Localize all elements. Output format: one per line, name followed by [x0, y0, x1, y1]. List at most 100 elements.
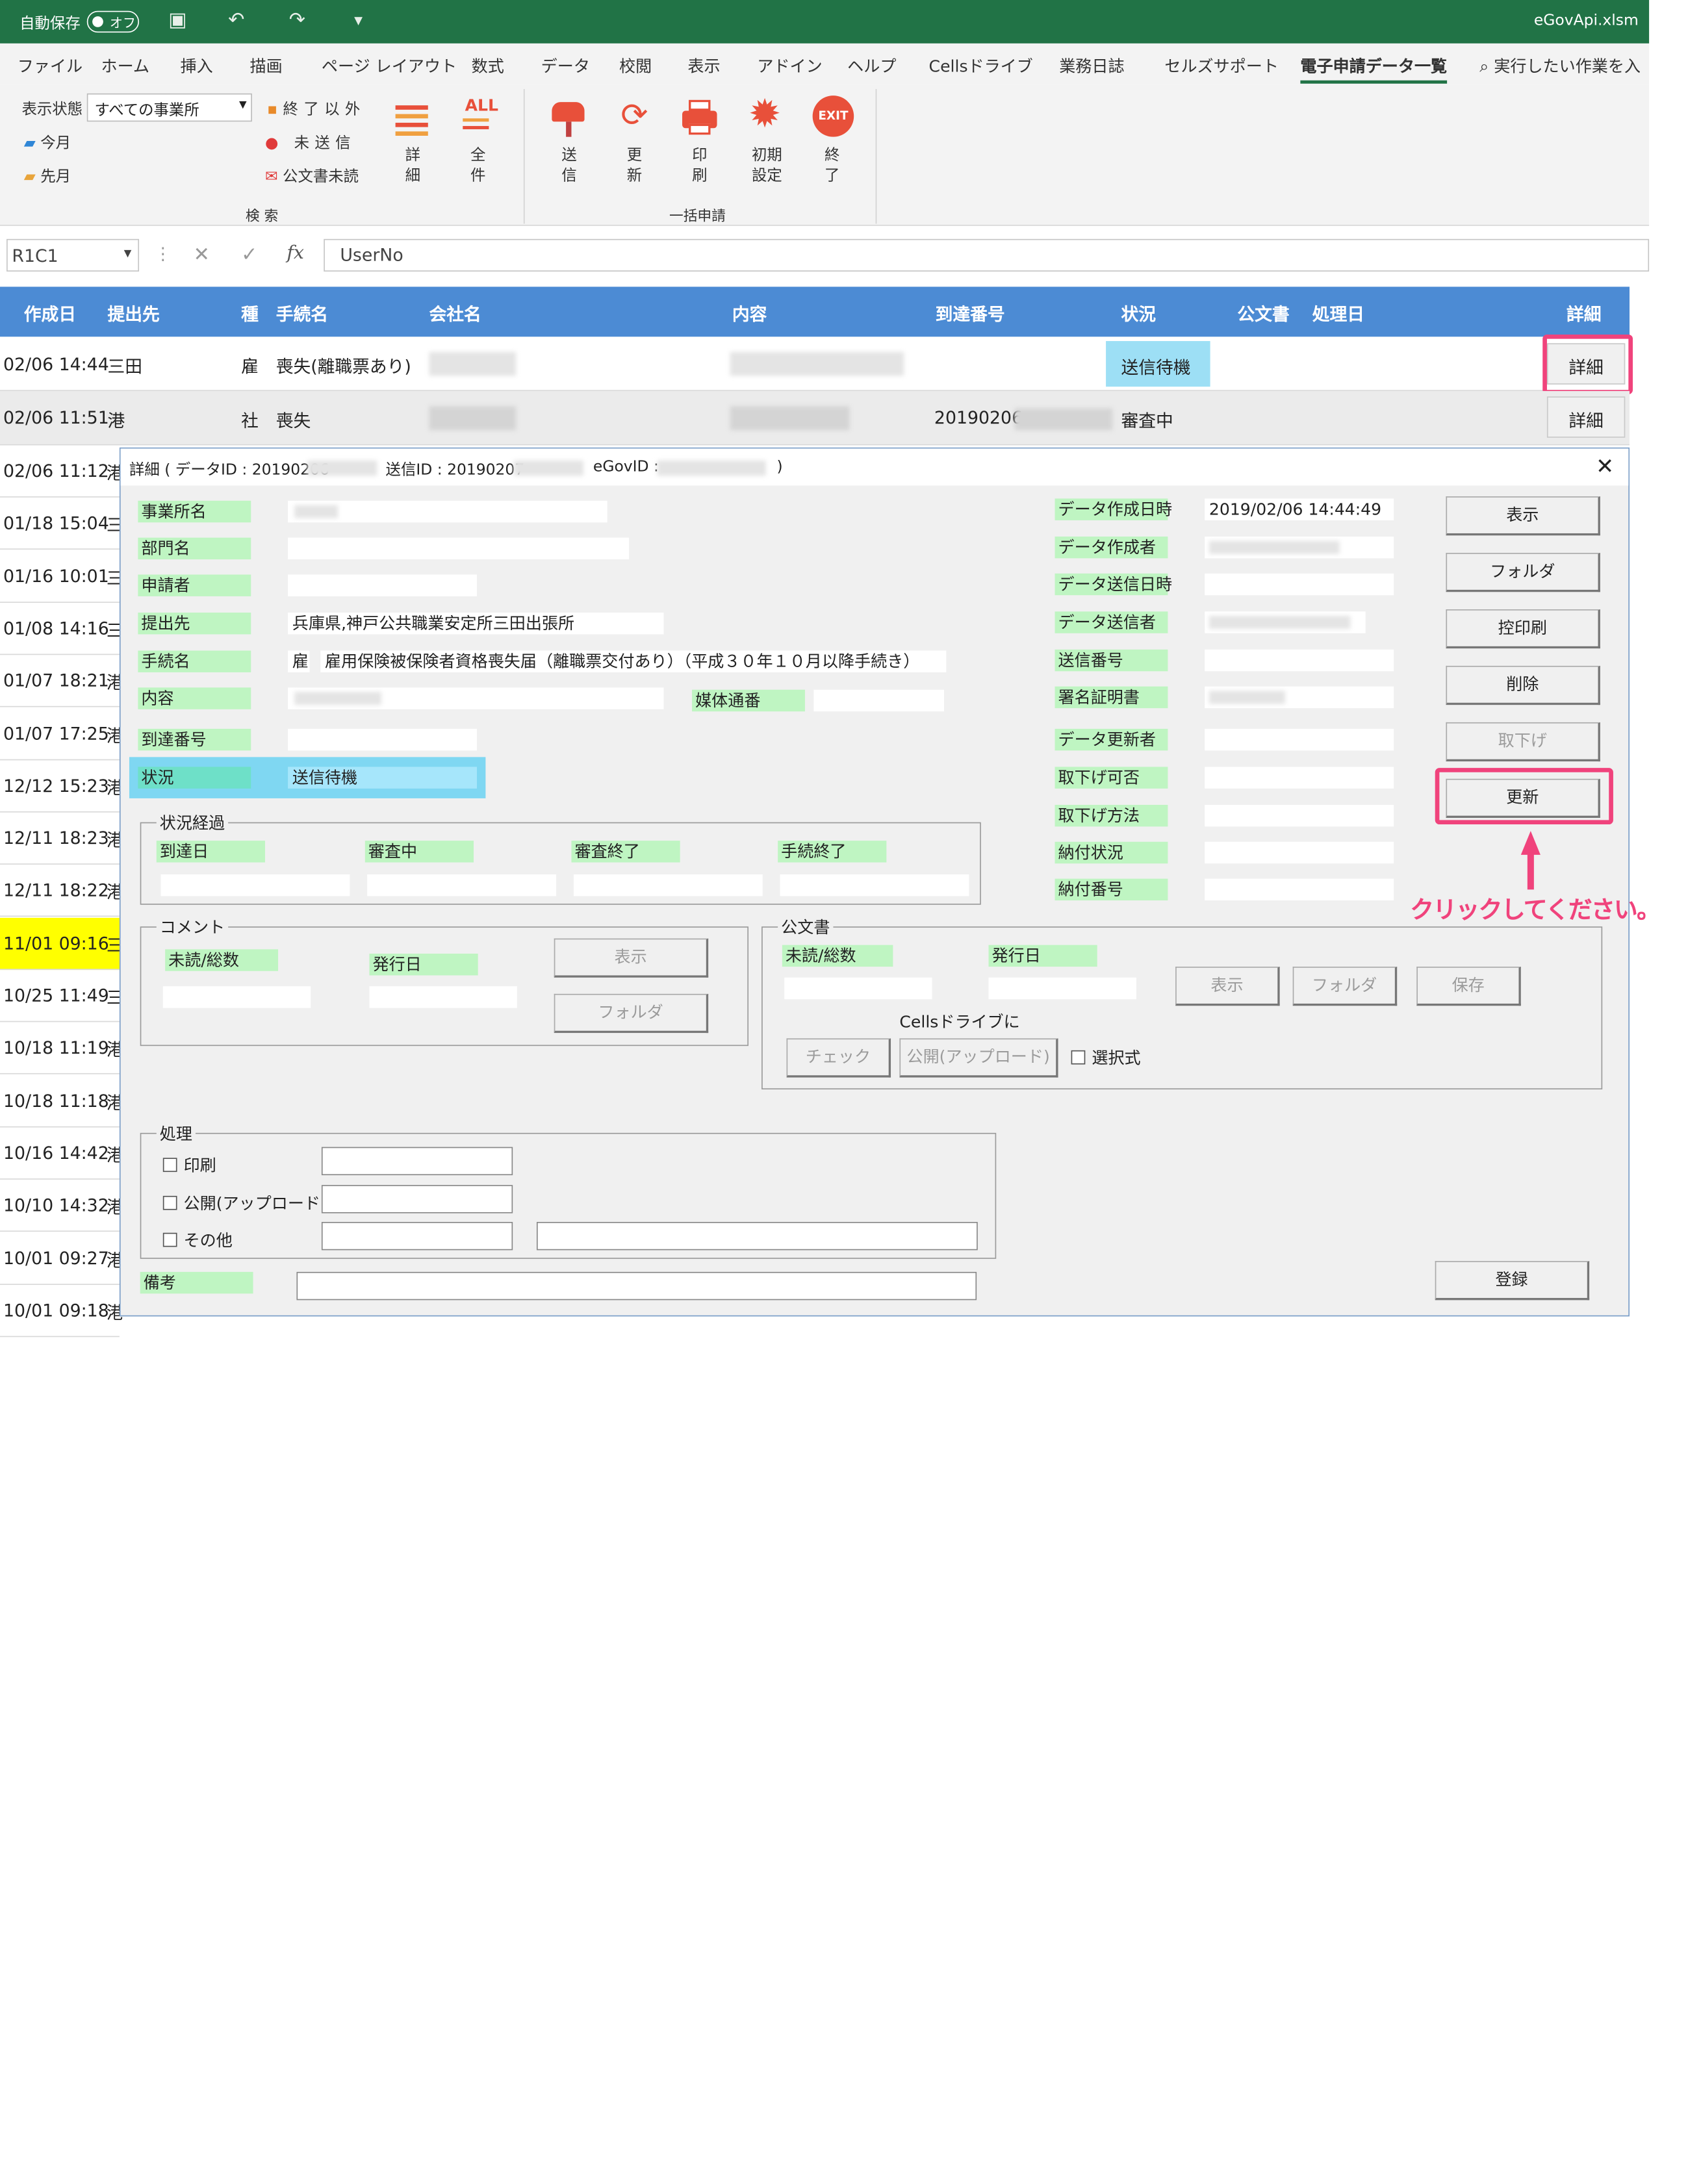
confirm-icon[interactable]: ✓ [241, 244, 257, 266]
close-icon[interactable]: ✕ [1596, 453, 1614, 479]
name-box[interactable]: R1C1 ▼ [6, 238, 140, 272]
selective-checkbox[interactable]: 選択式 [1071, 1046, 1141, 1069]
exit-button-label[interactable]: 終了 [821, 146, 843, 187]
field-payment-status[interactable] [1205, 841, 1394, 864]
doc-folder-button[interactable]: フォルダ [1292, 967, 1398, 1006]
table-row[interactable]: 12/11 18:22 港 [0, 865, 124, 917]
detail-button[interactable]: 詳細 [1546, 396, 1626, 438]
field-payment-no[interactable] [1205, 878, 1394, 901]
comment-folder-button[interactable]: フォルダ [554, 993, 709, 1034]
col-company[interactable]: 会社名 [429, 299, 481, 325]
field-comment-issued[interactable] [369, 986, 517, 1008]
print-checkbox[interactable]: 印刷 [162, 1154, 216, 1176]
field-status[interactable]: 送信待機 [288, 767, 478, 789]
tab-help[interactable]: ヘルプ [847, 55, 896, 77]
remarks-input[interactable] [296, 1271, 977, 1301]
office-filter-select[interactable]: すべての事業所 ▼ [86, 93, 252, 122]
table-row[interactable]: 10/01 09:18 港 [0, 1285, 124, 1337]
tab-insert[interactable]: 挿入 [181, 55, 213, 77]
tab-work-log[interactable]: 業務日誌 [1059, 55, 1124, 77]
gear-icon[interactable]: ✹ [745, 95, 784, 134]
show-button[interactable]: 表示 [1446, 496, 1600, 536]
table-row[interactable]: 01/18 15:04 三 [0, 498, 124, 550]
withdraw-button[interactable]: 取下げ [1446, 722, 1600, 762]
tab-egov-list[interactable]: 電子申請データ一覧 [1300, 55, 1448, 84]
col-detail[interactable]: 詳細 [1567, 299, 1602, 325]
table-row[interactable]: 01/07 17:25 港 [0, 707, 124, 760]
tab-file[interactable]: ファイル [18, 55, 83, 77]
detail-button-label[interactable]: 詳細 [402, 146, 424, 187]
list-detail-icon[interactable] [393, 100, 432, 139]
doc-show-button[interactable]: 表示 [1175, 967, 1280, 1006]
tab-cells-support[interactable]: セルズサポート [1164, 55, 1279, 77]
doc-unread-button[interactable]: ✉ 公文書未読 [265, 165, 359, 186]
copy-print-button[interactable]: 控印刷 [1446, 609, 1600, 649]
table-row[interactable]: 02/06 11:51 港 社 喪失 20190206 審査中 詳細 [0, 390, 1630, 446]
this-month-button[interactable]: ▰ 今月 [24, 131, 71, 153]
save-icon[interactable]: ▣ [168, 8, 186, 31]
other-input[interactable] [321, 1222, 513, 1251]
function-icon[interactable]: fx [287, 242, 304, 264]
tab-cells-drive[interactable]: Cellsドライブ [929, 55, 1033, 77]
print-button-label[interactable]: 印刷 [689, 146, 710, 187]
autosave-toggle[interactable]: オフ [86, 10, 140, 33]
table-row[interactable]: 02/06 11:12 港 [0, 446, 124, 498]
register-button[interactable]: 登録 [1435, 1261, 1590, 1301]
tab-page-layout[interactable]: ページ レイアウト [322, 55, 457, 77]
publish-input[interactable] [321, 1185, 513, 1213]
refresh-icon[interactable]: ⟳ [615, 97, 654, 136]
table-row[interactable]: 12/11 18:23 港 [0, 813, 124, 865]
comment-show-button[interactable]: 表示 [554, 938, 709, 978]
field-updater[interactable] [1205, 728, 1394, 751]
update-button-label[interactable]: 更新 [624, 146, 645, 187]
field-comment-unread[interactable] [162, 986, 311, 1008]
field-proc-end[interactable] [780, 874, 969, 896]
print-input[interactable] [321, 1147, 513, 1176]
field-withdraw-ok[interactable] [1205, 767, 1394, 789]
field-send-no[interactable] [1205, 649, 1394, 672]
table-row[interactable]: 01/16 10:01 三 [0, 550, 124, 603]
send-mailbox-icon[interactable] [550, 97, 589, 137]
table-row[interactable]: 10/18 11:18 港 [0, 1075, 124, 1127]
field-created-at[interactable]: 2019/02/06 14:44:49 [1205, 498, 1394, 520]
table-row[interactable]: 01/07 18:21 港 [0, 655, 124, 707]
all-button-label[interactable]: 全件 [467, 146, 489, 187]
not-finished-button[interactable]: ▪終了以外 [267, 97, 365, 119]
other-checkbox[interactable]: その他 [162, 1228, 233, 1251]
publish-checkbox[interactable]: 公開(アップロード) [162, 1191, 327, 1214]
field-arrival[interactable] [288, 728, 478, 751]
cancel-icon[interactable]: ✕ [194, 244, 210, 266]
field-dest[interactable]: 兵庫県,神戸公共職業安定所三田出張所 [288, 613, 664, 635]
field-doc-issued[interactable] [988, 977, 1136, 1000]
col-dest[interactable]: 提出先 [108, 299, 160, 325]
tab-home[interactable]: ホーム [101, 55, 149, 77]
tab-draw[interactable]: 描画 [250, 55, 283, 77]
field-dept[interactable] [288, 537, 630, 560]
send-button-label[interactable]: 送信 [558, 146, 580, 187]
redo-icon[interactable]: ↷ [289, 8, 305, 31]
customize-qat-icon[interactable]: ▼ [354, 15, 363, 27]
col-created[interactable]: 作成日 [24, 299, 76, 325]
field-proc[interactable]: 雇用保険被保険者資格喪失届（離職票交付あり）（平成３０年１０月以降手続き） [320, 650, 947, 672]
all-items-icon[interactable]: ALL [461, 95, 500, 134]
field-review[interactable] [367, 874, 557, 896]
folder-button[interactable]: フォルダ [1446, 553, 1600, 592]
field-content[interactable] [288, 687, 664, 709]
tell-me-search[interactable]: ⌕ 実行したい作業を入 [1479, 55, 1641, 77]
field-doc-unread[interactable] [784, 977, 932, 1000]
table-row[interactable]: 10/18 11:19 港 [0, 1022, 124, 1075]
table-row[interactable]: 10/10 14:32 港 [0, 1180, 124, 1232]
table-row[interactable]: 02/06 14:44 三田 雇 喪失(離職票あり) 送信待機 詳細 [0, 336, 1630, 391]
table-row[interactable]: 10/01 09:27 港 [0, 1232, 124, 1285]
field-media[interactable] [813, 689, 944, 712]
formula-input[interactable]: UserNo [324, 238, 1650, 272]
delete-button[interactable]: 削除 [1446, 665, 1600, 705]
table-row[interactable]: 12/12 15:23 港 [0, 760, 124, 813]
doc-publish-button[interactable]: 公開(アップロード) [899, 1038, 1058, 1078]
field-creator[interactable] [1205, 536, 1394, 559]
field-sender[interactable] [1205, 611, 1366, 633]
init-settings-button-label[interactable]: 初期設定 [750, 146, 785, 187]
tab-review[interactable]: 校閲 [619, 55, 652, 77]
table-row[interactable]: 11/01 09:16 三 [0, 917, 124, 970]
tab-formulas[interactable]: 数式 [472, 55, 504, 77]
